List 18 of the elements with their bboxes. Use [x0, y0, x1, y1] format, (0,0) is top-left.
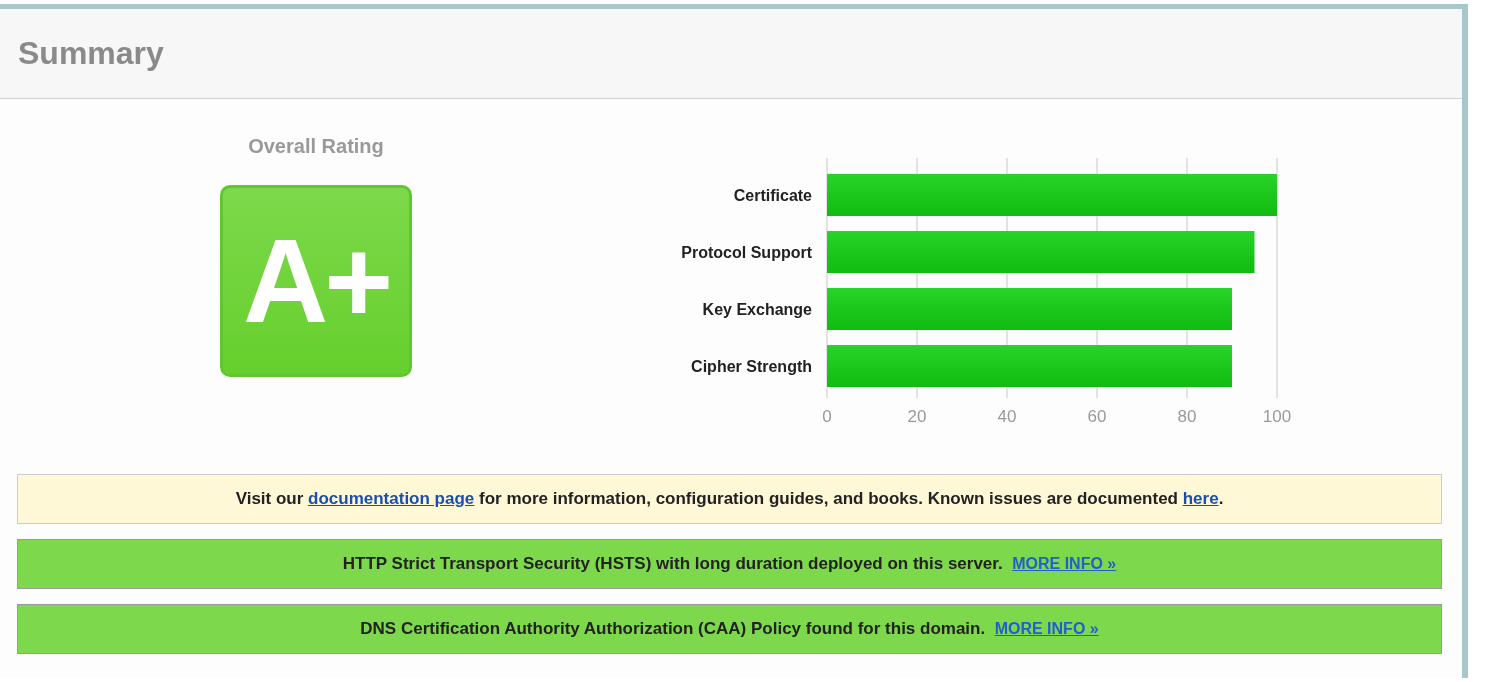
notice-text: Visit our documentation page for more information, configuration guides, and books. Known issues are documented here.	[235, 489, 1224, 509]
axis-tick-label: 80	[1177, 407, 1197, 426]
text-link[interactable]: here	[1182, 489, 1219, 508]
rating-label: Overall Rating	[248, 135, 384, 159]
bar-label: Certificate	[733, 187, 812, 204]
axis-tick-label: 40	[997, 407, 1017, 426]
axis-tick-label: 100	[1262, 407, 1292, 426]
notice-text: DNS Certification Authority Authorization (CAA) Policy found for this domain. MORE INFO »	[360, 619, 1099, 639]
bar-label: Key Exchange	[702, 301, 812, 318]
axis-tick-label: 0	[822, 407, 832, 426]
text-link[interactable]: documentation page	[308, 489, 475, 508]
grade-badge: A+	[220, 185, 412, 377]
bar-label: Cipher Strength	[691, 358, 812, 375]
axis-tick-label: 20	[907, 407, 927, 426]
panel-title: Summary	[18, 35, 164, 72]
bar-label: Protocol Support	[681, 244, 812, 261]
notice-text: HTTP Strict Transport Security (HSTS) with long duration deployed on this server. MORE INFO »	[342, 554, 1117, 574]
axis-tick-label: 60	[1087, 407, 1107, 426]
